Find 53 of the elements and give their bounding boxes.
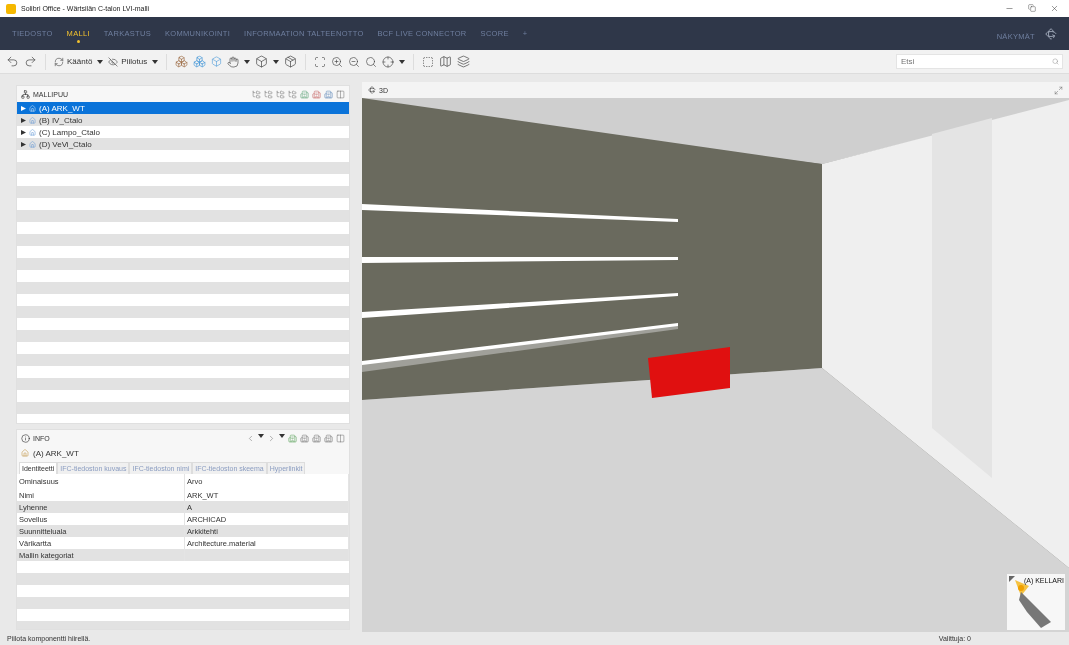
building-icon[interactable] [324, 433, 333, 443]
zoom-out-icon[interactable] [348, 55, 361, 68]
zoom-fit-icon[interactable] [314, 55, 327, 68]
app-icon [6, 3, 16, 14]
eye-off-icon [108, 56, 119, 67]
caret-icon[interactable] [244, 59, 251, 64]
restore-icon[interactable] [1028, 4, 1036, 12]
maximize-icon[interactable] [1054, 85, 1063, 95]
info-icon [21, 433, 30, 443]
building-icon[interactable] [312, 433, 321, 443]
floor-plan-icon[interactable] [422, 55, 435, 68]
hide-button[interactable]: Piilotus [108, 56, 148, 67]
undo-icon[interactable] [6, 55, 19, 68]
caret-icon[interactable] [399, 59, 406, 64]
model-icon [29, 128, 36, 136]
map-icon[interactable] [439, 55, 453, 68]
boxes-icon[interactable] [193, 55, 207, 68]
layers-icon[interactable] [457, 55, 471, 68]
building-icon[interactable] [300, 433, 309, 443]
model-icon [21, 449, 29, 458]
building-icon[interactable] [312, 89, 321, 99]
zoom-in-icon[interactable] [331, 55, 344, 68]
caret-icon[interactable] [279, 433, 285, 438]
search-field[interactable]: Etsi [896, 54, 1063, 69]
caret-icon[interactable] [258, 433, 264, 438]
building-icon[interactable] [324, 89, 333, 99]
box-icon[interactable] [211, 56, 223, 67]
rotate-icon [54, 56, 64, 67]
tree-icon[interactable] [276, 89, 285, 99]
search-icon[interactable] [1052, 58, 1059, 65]
model-icon [29, 140, 36, 148]
close-icon[interactable] [1050, 4, 1059, 13]
model-icon [29, 116, 36, 124]
3d-icon [368, 86, 376, 94]
crosshair-icon[interactable] [382, 55, 395, 68]
caret-icon[interactable] [97, 59, 104, 64]
building-icon[interactable] [300, 89, 309, 99]
boxes-icon[interactable] [175, 55, 189, 68]
model-icon [29, 104, 36, 112]
box-icon[interactable] [255, 55, 269, 68]
rotate-button[interactable]: Kääntö [54, 56, 93, 67]
caret-icon[interactable] [152, 59, 159, 64]
redo-icon[interactable] [24, 55, 37, 68]
tree-icon[interactable] [252, 89, 261, 99]
tree-item[interactable]: (A) ARK_WT [17, 102, 349, 114]
panel-layout-icon[interactable] [336, 89, 345, 99]
model-tree-icon [21, 89, 30, 99]
hand-icon[interactable] [227, 55, 240, 68]
panel-layout-icon[interactable] [336, 433, 345, 443]
tree-icon[interactable] [264, 89, 273, 99]
tree-icon[interactable] [288, 89, 297, 99]
object-name: (A) ARK_WT [33, 448, 79, 458]
caret-icon[interactable] [273, 59, 280, 64]
